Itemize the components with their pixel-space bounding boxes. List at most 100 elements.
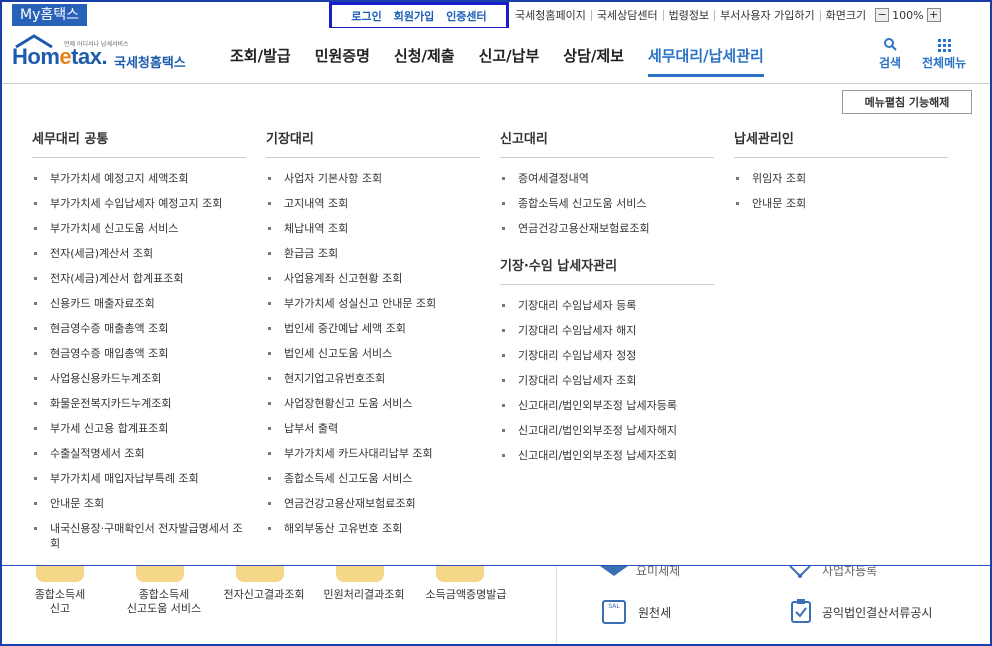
dept-user-signup-link[interactable]: 부서사용자 가입하기	[714, 9, 820, 21]
menu-item[interactable]: 현금영수증 매출총액 조회	[32, 316, 246, 341]
signup-link[interactable]: 회원가입	[394, 8, 434, 24]
quick-link-nonprofit-disclosure[interactable]: 공익법인결산서류공시	[822, 604, 932, 621]
menu-heading-bookkeeping: 기장대리	[266, 128, 480, 158]
nts-homepage-link[interactable]: 국세청홈페이지	[515, 10, 591, 21]
quick-link-e-report-result[interactable]: 전자신고결과조회	[214, 588, 314, 602]
login-link[interactable]: 로그인	[351, 8, 381, 24]
grid-menu-icon	[938, 39, 952, 52]
law-info-link[interactable]: 법령정보	[662, 9, 714, 21]
menu-item[interactable]: 법인세 중간예납 세액 조회	[266, 316, 480, 341]
auth-links-highlight: 로그인 회원가입 인증센터	[329, 2, 509, 30]
zoom-out-button[interactable]: −	[875, 8, 890, 22]
quick-link-income-tax-help[interactable]: 종합소득세 신고도움 서비스	[112, 588, 216, 616]
menu-item[interactable]: 체납내역 조회	[266, 216, 480, 241]
menu-item[interactable]: 전자(세금)계산서 합계표조회	[32, 266, 246, 291]
civil-result-icon	[336, 566, 384, 582]
menu-heading-client-mgmt: 기장·수임 납세자관리	[500, 255, 714, 285]
menu-item[interactable]: 신고대리/법인외부조정 납세자조회	[500, 443, 714, 468]
withholding-tax-icon: SAL	[602, 600, 626, 624]
menu-item[interactable]: 부가가치세 예정고지 세액조회	[32, 166, 246, 191]
zoom-value: 100%	[892, 8, 924, 22]
income-tax-help-icon	[136, 566, 184, 582]
income-tax-report-icon	[36, 566, 84, 582]
menu-item[interactable]: 환급금 조회	[266, 241, 480, 266]
menu-list-bookkeeping: 사업자 기본사항 조회 고지내역 조회 체납내역 조회 환급금 조회 사업용계좌…	[266, 166, 480, 541]
hometax-logo[interactable]: 언제 어디서나 납세서비스 Hometax. 국세청홈택스	[12, 34, 202, 74]
menu-item[interactable]: 수출실적명세서 조회	[32, 441, 246, 466]
menu-item[interactable]: 사업용신용카드누계조회	[32, 366, 246, 391]
menu-item[interactable]: 신고대리/법인외부조정 납세자등록	[500, 393, 714, 418]
menu-item[interactable]: 부가가치세 매입자납부특례 조회	[32, 466, 246, 491]
menu-list-tax-manager: 위임자 조회 안내문 조회	[734, 166, 948, 216]
quick-services-strip: 종합소득세 신고 종합소득세 신고도움 서비스 전자신고결과조회 민원처리결과조…	[2, 564, 990, 644]
top-links: 국세청홈페이지 국세상담센터 법령정보 부서사용자 가입하기 화면크기 − 10…	[515, 8, 941, 22]
menu-item[interactable]: 종합소득세 신고도움 서비스	[266, 466, 480, 491]
main-nav: 조회/발급 민원증명 신청/제출 신고/납부 상담/제보 세무대리/납세관리	[230, 45, 788, 77]
menu-column-report-agent: 신고대리 증여세결정내역 종합소득세 신고도움 서비스 연금건강고용산재보험료조…	[500, 128, 714, 468]
zoom-control: − 100% +	[875, 8, 941, 22]
menu-column-common: 세무대리 공통 부가가치세 예정고지 세액조회 부가가치세 수입납세자 예정고지…	[32, 128, 246, 556]
menu-item[interactable]: 사업자 기본사항 조회	[266, 166, 480, 191]
search-button[interactable]: 검색	[879, 36, 901, 71]
menu-item[interactable]: 고지내역 조회	[266, 191, 480, 216]
menu-item[interactable]: 신용카드 매출자료조회	[32, 291, 246, 316]
cert-center-link[interactable]: 인증센터	[446, 8, 486, 24]
all-menu-label: 전체메뉴	[922, 56, 967, 70]
menu-item[interactable]: 신고대리/법인외부조정 납세자해지	[500, 418, 714, 443]
e-report-result-icon	[236, 566, 284, 582]
logo-wordmark: Hometax.	[12, 44, 108, 69]
menu-item[interactable]: 법인세 신고도움 서비스	[266, 341, 480, 366]
menu-item[interactable]: 기장대리 수임납세자 해지	[500, 318, 714, 343]
nav-apply-submit[interactable]: 신청/제출	[394, 45, 455, 77]
search-label: 검색	[879, 56, 902, 70]
top-utility-bar: My홈택스 로그인 회원가입 인증센터 국세청홈페이지 국세상담센터 법령정보 …	[2, 2, 990, 30]
zoom-in-button[interactable]: +	[926, 8, 941, 22]
menu-item[interactable]: 전자(세금)계산서 조회	[32, 241, 246, 266]
nav-tax-agent[interactable]: 세무대리/납세관리	[647, 45, 764, 77]
menu-item[interactable]: 화물운전복지카드누계조회	[32, 391, 246, 416]
menu-item[interactable]: 부가가치세 성실신고 안내문 조회	[266, 291, 480, 316]
menu-heading-tax-manager: 납세관리인	[734, 128, 948, 158]
site-header: 언제 어디서나 납세서비스 Hometax. 국세청홈택스 조회/발급 민원증명…	[2, 28, 990, 84]
quick-link-income-cert[interactable]: 소득금액증명발급	[414, 588, 518, 602]
nts-consult-link[interactable]: 국세상담센터	[590, 9, 663, 21]
menu-item[interactable]: 부가세 신고용 합계표조회	[32, 416, 246, 441]
menu-item[interactable]: 기장대리 수임납세자 등록	[500, 293, 714, 318]
menu-item[interactable]: 현지기업고유번호조회	[266, 366, 480, 391]
quick-link-withholding-tax[interactable]: 원천세	[638, 604, 671, 621]
menu-item[interactable]: 안내문 조회	[32, 491, 246, 516]
screen-size-label: 화면크기	[819, 9, 871, 21]
logo-subtitle: 국세청홈택스	[114, 56, 186, 71]
menu-item[interactable]: 현금영수증 매입총액 조회	[32, 341, 246, 366]
search-icon	[884, 38, 897, 51]
nav-inquiry-issue[interactable]: 조회/발급	[230, 45, 291, 77]
menu-item[interactable]: 해외부동산 고유번호 조회	[266, 516, 480, 541]
menu-item[interactable]: 연금건강고용산재보험료조회	[266, 491, 480, 516]
mega-menu-panel: 메뉴펼침 기능해제 세무대리 공통 부가가치세 예정고지 세액조회 부가가치세 …	[2, 84, 990, 566]
menu-item[interactable]: 안내문 조회	[734, 191, 948, 216]
menu-item[interactable]: 위임자 조회	[734, 166, 948, 191]
menu-list-common: 부가가치세 예정고지 세액조회 부가가치세 수입납세자 예정고지 조회 부가가치…	[32, 166, 246, 556]
menu-item[interactable]: 기장대리 수임납세자 정정	[500, 343, 714, 368]
nav-consult-report[interactable]: 상담/제보	[563, 45, 624, 77]
clipboard-check-icon	[791, 599, 811, 623]
menu-item[interactable]: 사업장현황신고 도움 서비스	[266, 391, 480, 416]
menu-unfold-toggle-button[interactable]: 메뉴펼침 기능해제	[842, 90, 972, 114]
menu-item[interactable]: 종합소득세 신고도움 서비스	[500, 191, 714, 216]
menu-item[interactable]: 기장대리 수임납세자 조회	[500, 368, 714, 393]
menu-item[interactable]: 납부서 출력	[266, 416, 480, 441]
menu-item[interactable]: 부가가치세 신고도움 서비스	[32, 216, 246, 241]
nav-report-pay[interactable]: 신고/납부	[479, 45, 540, 77]
menu-item[interactable]: 연금건강고용산재보험료조회	[500, 216, 714, 241]
menu-item[interactable]: 내국신용장·구매확인서 전자발급명세서 조회	[32, 516, 246, 556]
nav-civil-certificate[interactable]: 민원증명	[315, 45, 370, 77]
menu-item[interactable]: 부가가치세 카드사대리납부 조회	[266, 441, 480, 466]
menu-item[interactable]: 사업용계좌 신고현황 조회	[266, 266, 480, 291]
menu-item[interactable]: 증여세결정내역	[500, 166, 714, 191]
quick-link-income-tax-report[interactable]: 종합소득세 신고	[20, 588, 100, 616]
myhome-button[interactable]: My홈택스	[12, 4, 88, 26]
menu-item[interactable]: 부가가치세 수입납세자 예정고지 조회	[32, 191, 246, 216]
all-menu-button[interactable]: 전체메뉴	[922, 36, 966, 71]
menu-list-report-agent: 증여세결정내역 종합소득세 신고도움 서비스 연금건강고용산재보험료조회	[500, 166, 714, 241]
quick-link-civil-result[interactable]: 민원처리결과조회	[314, 588, 414, 602]
